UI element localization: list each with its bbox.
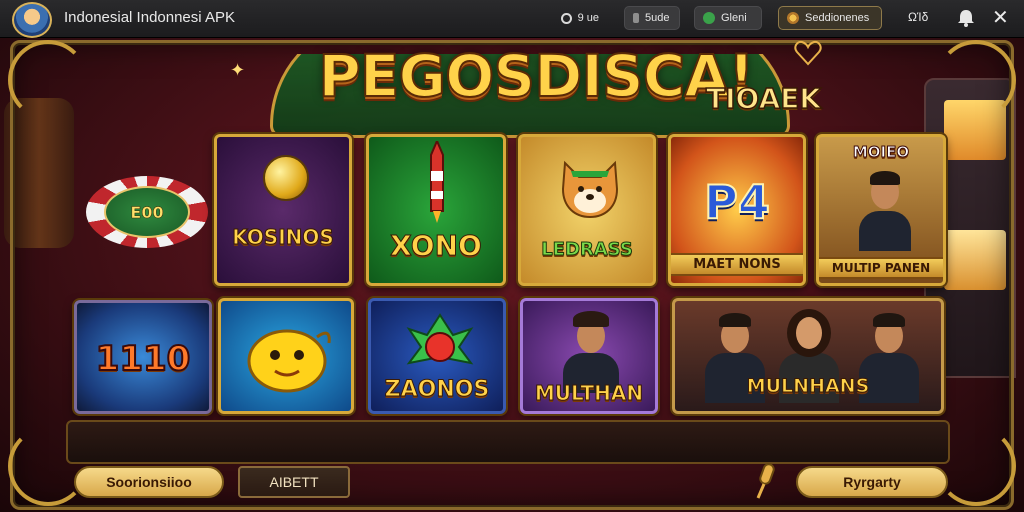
game-tile-sublabel: MULTIP PANEN bbox=[819, 257, 943, 279]
frame-corner-ornament bbox=[8, 40, 88, 120]
game-tile-label: 1110 bbox=[95, 338, 192, 380]
rocket-icon bbox=[430, 141, 444, 223]
app-avatar-icon[interactable] bbox=[12, 2, 52, 38]
game-tile-kosinos[interactable]: KOSINOS bbox=[214, 134, 352, 286]
game-tile-label: ZAONOS bbox=[384, 377, 490, 403]
leaf-fruit-icon bbox=[406, 313, 474, 365]
game-tile-label: P4 bbox=[703, 174, 771, 230]
game-tile-label: MULTHAN bbox=[534, 381, 644, 406]
game-tile-label: LEDRASS bbox=[541, 239, 634, 261]
game-tile-zaonos[interactable]: ZAONOS bbox=[368, 298, 506, 414]
game-tile-label: XONO bbox=[390, 229, 483, 263]
game-tile-label: MULNHANS bbox=[746, 375, 870, 398]
frame-corner-ornament bbox=[936, 40, 1016, 120]
game-tile-ledrass[interactable]: LEDRASS bbox=[518, 134, 656, 286]
game-tile-label: KOSINOS bbox=[232, 225, 335, 250]
person-icon bbox=[855, 165, 915, 251]
app-title: Indonesial Indonnesi APK bbox=[64, 9, 235, 26]
middle-button[interactable]: AIBETT bbox=[238, 466, 350, 498]
microphone-icon[interactable] bbox=[754, 462, 778, 500]
game-tile-multhan[interactable]: MULTHAN bbox=[520, 298, 658, 414]
game-tile-sublabel: MAET NONS bbox=[671, 253, 803, 276]
game-tile-1110[interactable]: 1110 bbox=[74, 300, 212, 414]
right-menu-button[interactable]: Ryrgarty bbox=[796, 466, 948, 498]
top-counter: ΩΊδ bbox=[908, 10, 929, 24]
logo-subtitle: TIOAEK bbox=[705, 81, 822, 116]
casino-chip: E00 bbox=[86, 176, 208, 262]
golden-ball-icon bbox=[263, 155, 309, 201]
game-logo: PEGOSDISCA! TIOAEK bbox=[240, 18, 840, 138]
chip-label: E00 bbox=[104, 186, 190, 238]
bell-icon[interactable] bbox=[956, 8, 976, 28]
game-tile-mulnhans[interactable]: MULNHANS bbox=[672, 298, 944, 414]
heart-icon bbox=[794, 40, 822, 66]
close-icon[interactable]: ✕ bbox=[992, 5, 1009, 29]
game-tile-multip-panen[interactable]: MOIEO MULTIP PANEN bbox=[816, 134, 946, 286]
lemon-character-icon bbox=[247, 329, 331, 393]
game-tile-xono[interactable]: XONO bbox=[366, 134, 506, 286]
game-tile-lemon[interactable] bbox=[218, 298, 354, 414]
game-tile-label: MOIEO bbox=[852, 143, 910, 162]
shiba-dog-icon bbox=[561, 160, 619, 219]
left-menu-button[interactable]: Soorionsiioo bbox=[74, 466, 224, 498]
game-tile-p4[interactable]: P4 MAET NONS bbox=[668, 134, 806, 286]
bottom-bar bbox=[66, 420, 950, 464]
